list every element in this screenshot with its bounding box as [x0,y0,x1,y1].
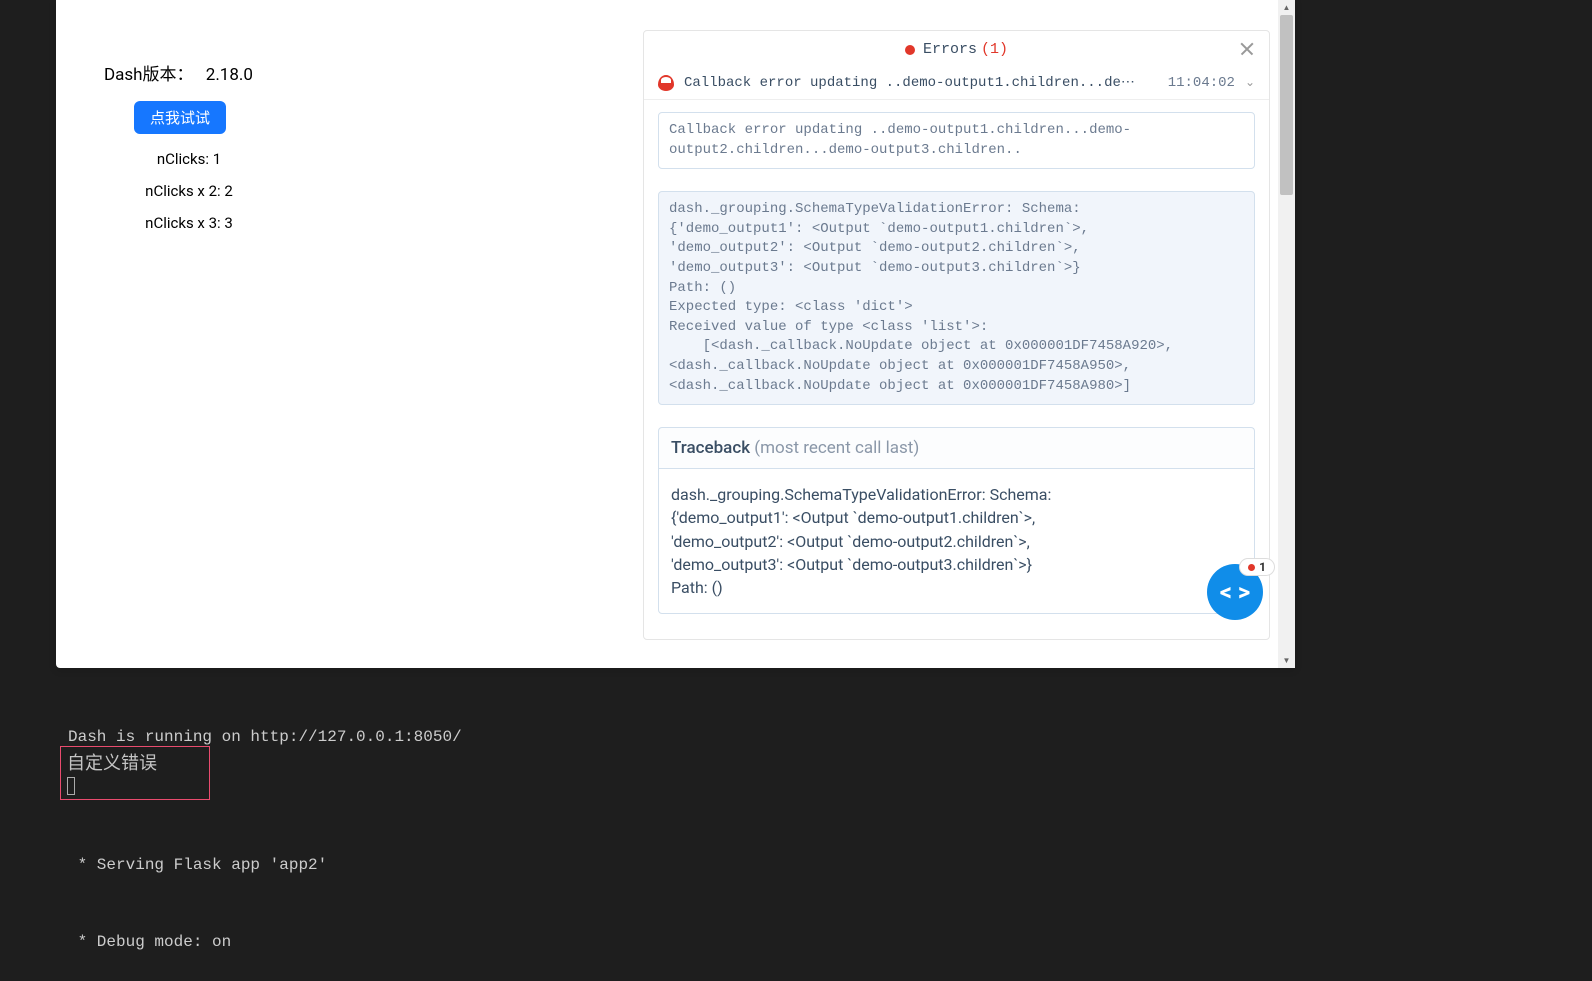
error-panel-header: Errors (1) [644,31,1269,70]
error-body: Callback error updating ..demo-output1.c… [644,100,1269,640]
traceback-title: Traceback [671,438,750,458]
error-timestamp: 11:04:02 [1168,75,1235,91]
badge-dot-icon [1248,564,1255,571]
close-icon[interactable] [1237,39,1257,59]
custom-error-annotation: 自定义错误 [60,746,210,800]
browser-viewport: Dash版本： 2.18.0 点我试试 nClicks: 1 nClicks x… [56,0,1295,668]
app-content: Dash版本： 2.18.0 点我试试 nClicks: 1 nClicks x… [104,60,404,246]
cursor-icon [67,777,75,795]
version-row: Dash版本： 2.18.0 [104,60,404,85]
error-full-message: Callback error updating ..demo-output1.c… [658,112,1255,169]
terminal-line: * Serving Flask app 'app2' [68,853,1552,879]
output-nclicks-3: nClicks x 3: 3 [104,214,274,232]
error-mushroom-icon [658,75,674,91]
debug-fab-glyph: < > [1220,578,1251,606]
badge-count: 1 [1259,560,1266,574]
error-panel: Errors (1) Callback error updating ..dem… [643,30,1270,640]
debug-fab-badge: 1 [1239,558,1275,576]
error-summary-row[interactable]: Callback error updating ..demo-output1.c… [644,70,1269,100]
try-button[interactable]: 点我试试 [134,101,226,134]
terminal-output: Dash is running on http://127.0.0.1:8050… [68,674,1552,981]
scroll-down-icon[interactable]: ▼ [1278,653,1295,668]
version-value: 2.18.0 [206,65,253,85]
traceback-body: dash._grouping.SchemaTypeValidationError… [658,468,1255,614]
chevron-down-icon: ⌄ [1245,75,1255,90]
version-label: Dash版本： [104,65,194,85]
error-count: (1) [981,41,1008,58]
error-dot-icon [905,45,915,55]
terminal-line: Dash is running on http://127.0.0.1:8050… [68,725,1552,751]
output-nclicks-1: nClicks: 1 [104,150,274,168]
debug-fab-button[interactable]: < > 1 [1207,564,1263,620]
custom-error-text: 自定义错误 [67,749,203,775]
scrollbar-track[interactable]: ▲ ▼ [1278,0,1295,668]
scrollbar-thumb[interactable] [1280,15,1293,195]
error-title: Errors [923,41,977,58]
output-nclicks-2: nClicks x 2: 2 [104,182,274,200]
terminal-line: * Debug mode: on [68,930,1552,956]
scroll-up-icon[interactable]: ▲ [1278,0,1295,15]
traceback-header: Traceback (most recent call last) [658,427,1255,468]
traceback-subtitle: (most recent call last) [754,438,919,458]
error-stack: dash._grouping.SchemaTypeValidationError… [658,191,1255,405]
error-summary-text: Callback error updating ..demo-output1.c… [684,74,1154,91]
